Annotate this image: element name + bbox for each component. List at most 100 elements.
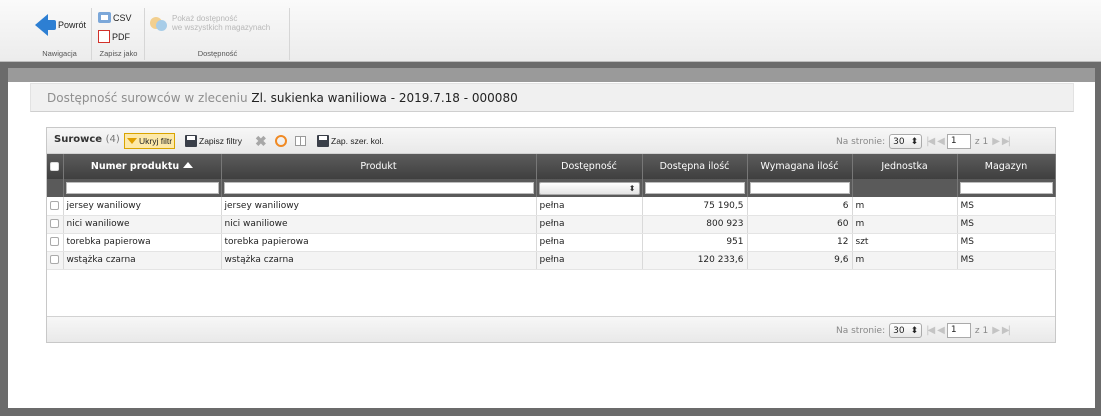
column-header-label: Dostępna ilość xyxy=(659,161,730,172)
cell-unit: m xyxy=(852,251,958,270)
page-input[interactable]: 1 xyxy=(946,134,971,149)
per-page-select[interactable]: 30 ⬍ xyxy=(889,134,923,149)
hide-filter-button[interactable]: Ukryj filtr xyxy=(124,133,176,149)
row-checkbox[interactable] xyxy=(50,200,59,210)
save-widths-button[interactable]: Zap. szer. kol. xyxy=(315,133,386,149)
save-widths-label: Zap. szer. kol. xyxy=(331,136,384,146)
cell-required-qty: 60 xyxy=(747,215,853,234)
column-header-product[interactable]: Produkt xyxy=(221,154,537,179)
row-select-cell xyxy=(47,197,64,216)
last-page-icon[interactable]: ▶| xyxy=(1002,136,1011,147)
select-all-checkbox[interactable] xyxy=(50,162,60,171)
cell-product: jersey waniliowy xyxy=(221,197,537,216)
warehouses-icon xyxy=(150,15,168,31)
reset-icon xyxy=(275,135,287,147)
save-filters-button[interactable]: Zapisz filtry xyxy=(183,133,244,149)
row-select-cell xyxy=(47,251,64,270)
csv-button[interactable]: CSV xyxy=(98,12,132,23)
hide-filter-label: Ukryj filtr xyxy=(139,136,173,146)
table-row[interactable]: nici waniliowe nici waniliowe pełna 800 923… xyxy=(47,215,1056,234)
row-checkbox[interactable] xyxy=(50,219,59,228)
cell-availability: pełna xyxy=(536,197,643,216)
column-header-product-number[interactable]: Numer produktu xyxy=(63,154,222,179)
row-checkbox[interactable] xyxy=(50,237,59,246)
back-button[interactable]: Powrót xyxy=(35,14,86,36)
clear-filters-button[interactable]: ✖ xyxy=(253,133,269,149)
save-as-group: CSV PDF Zapisz jako xyxy=(93,8,145,60)
pager-top: Na stronie: 30 ⬍ |◀ ◀ 1 z 1 ▶ ▶| xyxy=(836,134,1011,149)
table-row[interactable]: wstążka czarna wstążka czarna pełna 120 233… xyxy=(47,251,1056,270)
filter-product-number-input[interactable] xyxy=(65,182,219,194)
prev-page-icon[interactable]: ◀ xyxy=(937,136,945,147)
page-input[interactable]: 1 xyxy=(946,323,971,338)
show-availability-button[interactable]: Pokaż dostępność we wszystkich magazynac… xyxy=(150,14,270,32)
filter-icon xyxy=(127,138,137,144)
filter-product-input[interactable] xyxy=(223,182,534,194)
pdf-button[interactable]: PDF xyxy=(98,30,130,43)
save-filters-label: Zapisz filtry xyxy=(199,136,242,146)
filter-available-qty-input[interactable] xyxy=(644,182,745,194)
table-row[interactable]: torebka papierowa torebka papierowa pełna 9… xyxy=(47,233,1056,252)
per-page-select[interactable]: 30 ⬍ xyxy=(889,323,923,338)
page-title-lead: Dostępność surowców w zleceniu xyxy=(47,91,248,105)
row-checkbox[interactable] xyxy=(50,255,59,264)
next-page-icon[interactable]: ▶ xyxy=(992,325,1000,336)
filter-warehouse-input[interactable] xyxy=(959,182,1053,194)
materials-grid: Surowce (4) Ukryj filtr Zapisz filtry ✖ … xyxy=(46,127,1056,343)
last-page-icon[interactable]: ▶| xyxy=(1002,325,1011,336)
cell-available-qty: 951 xyxy=(642,233,748,252)
sort-up-icon xyxy=(183,162,194,168)
filter-cell xyxy=(642,179,748,197)
cell-product-number: nici waniliowe xyxy=(63,215,222,234)
reset-button[interactable] xyxy=(273,133,289,149)
column-header-label: Produkt xyxy=(360,161,397,172)
column-header-availability[interactable]: Dostępność xyxy=(536,154,643,179)
column-header-required-qty[interactable]: Wymagana ilość xyxy=(747,154,853,179)
cell-available-qty: 800 923 xyxy=(642,215,748,234)
grid-toolbar: Surowce (4) Ukryj filtr Zapisz filtry ✖ … xyxy=(47,128,1055,154)
filter-cell xyxy=(221,179,537,197)
columns-button[interactable] xyxy=(293,133,308,149)
save-icon xyxy=(185,135,197,147)
pdf-label: PDF xyxy=(112,31,130,42)
navigation-group: Powrót Nawigacja xyxy=(28,8,92,60)
grid-caption: Surowce (4) xyxy=(54,134,120,145)
cell-required-qty: 9,6 xyxy=(747,251,853,270)
filter-required-qty-input[interactable] xyxy=(749,182,850,194)
ribbon: Powrót Nawigacja CSV PDF Zapisz jako Pok… xyxy=(0,0,1101,62)
row-select-cell xyxy=(47,215,64,234)
cell-product-number: torebka papierowa xyxy=(63,233,222,252)
prev-page-icon[interactable]: ◀ xyxy=(937,325,945,336)
filter-availability-select[interactable] xyxy=(538,181,640,195)
next-page-icon[interactable]: ▶ xyxy=(992,136,1000,147)
per-page-label: Na stronie: xyxy=(836,325,886,336)
filter-cell xyxy=(47,179,64,197)
show-availability-line2: we wszystkich magazynach xyxy=(172,23,271,32)
table-row[interactable]: jersey waniliowy jersey waniliowy pełna 75 … xyxy=(47,197,1056,216)
column-header-warehouse[interactable]: Magazyn xyxy=(957,154,1056,179)
close-icon: ✖ xyxy=(255,133,267,149)
cell-warehouse: MS xyxy=(957,233,1056,252)
grid-caption-title: Surowce xyxy=(54,134,103,145)
column-header-label: Wymagana ilość xyxy=(760,161,839,172)
row-select-cell xyxy=(47,233,64,252)
show-availability-text: Pokaż dostępność we wszystkich magazynac… xyxy=(172,14,270,32)
filter-cell xyxy=(536,179,643,197)
columns-icon xyxy=(295,136,306,146)
column-header-label: Jednostka xyxy=(881,161,928,172)
back-arrow-icon xyxy=(35,14,56,36)
column-header-available-qty[interactable]: Dostępna ilość xyxy=(642,154,748,179)
chevron-updown-icon: ⬍ xyxy=(910,325,919,336)
per-page-label: Na stronie: xyxy=(836,136,886,147)
column-header-unit[interactable]: Jednostka xyxy=(852,154,958,179)
cell-unit: szt xyxy=(852,233,958,252)
first-page-icon[interactable]: |◀ xyxy=(926,136,935,147)
filter-cell xyxy=(957,179,1056,197)
cell-availability: pełna xyxy=(536,251,643,270)
back-label: Powrót xyxy=(58,20,87,30)
select-all-header[interactable] xyxy=(47,154,64,179)
chevron-updown-icon: ⬍ xyxy=(910,136,919,147)
first-page-icon[interactable]: |◀ xyxy=(926,325,935,336)
page-count: z 1 xyxy=(974,136,989,147)
filter-cell xyxy=(747,179,853,197)
